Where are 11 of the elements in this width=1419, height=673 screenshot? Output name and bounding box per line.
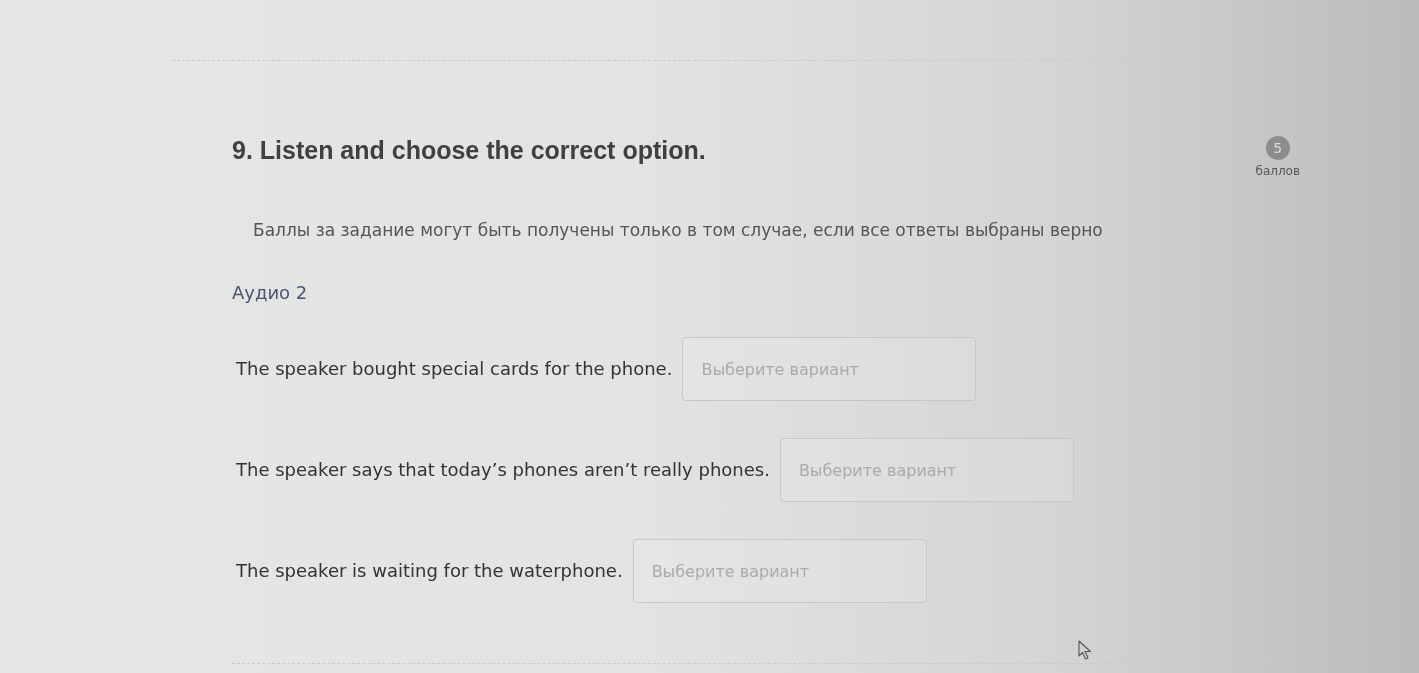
question-title: 9. Listen and choose the correct option. — [232, 135, 706, 165]
audio-label: Аудио 2 — [232, 281, 308, 305]
points-badge: 5 — [1265, 136, 1290, 160]
mouse-pointer-icon — [1078, 640, 1092, 660]
answer-dropdown[interactable]: Выберите вариант — [632, 539, 927, 603]
scoring-note: Баллы за задание могут быть получены только в том случае, если все ответы выбраны верно — [253, 219, 1103, 241]
points-label: баллов — [1255, 164, 1300, 178]
answer-dropdown[interactable]: Выберите вариант — [682, 337, 977, 401]
statement-text: The speaker is waiting for the waterphone. — [236, 559, 623, 583]
statement-text: The speaker bought special cards for the phone. — [236, 357, 673, 381]
statement-text: The speaker says that today’s phones aren’t really phones. — [236, 458, 770, 482]
